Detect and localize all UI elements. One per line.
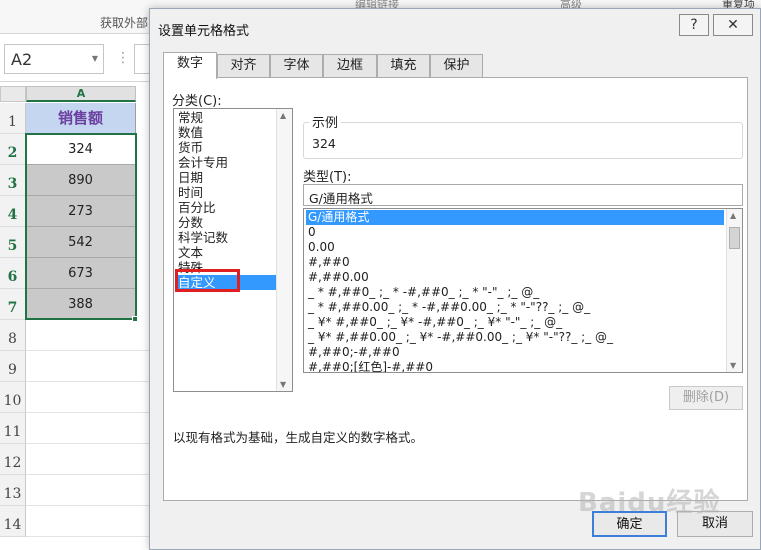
formula-bar-separator: ⋮ bbox=[116, 50, 130, 66]
row-header-5[interactable]: 5 bbox=[0, 227, 26, 258]
spreadsheet-grid: A 1 销售额 2 324 3 890 4 273 5 542 6 673 7 … bbox=[0, 86, 150, 550]
type-input[interactable]: G/通用格式 bbox=[303, 184, 743, 206]
dialog-title: 设置单元格格式 bbox=[158, 24, 250, 39]
row-header-12[interactable]: 12 bbox=[0, 444, 26, 475]
cell-a3[interactable]: 890 bbox=[26, 165, 136, 196]
row-header-14[interactable]: 14 bbox=[0, 506, 26, 537]
cell-a14[interactable] bbox=[26, 506, 150, 537]
number-tab-panel: 分类(C): 常规 数值 货币 会计专用 日期 时间 百分比 分数 科学记数 文… bbox=[163, 77, 748, 501]
cell-a2[interactable]: 324 bbox=[26, 134, 136, 165]
cell-a5[interactable]: 542 bbox=[26, 227, 136, 258]
cell-a7[interactable]: 388 bbox=[26, 289, 136, 320]
row-header-11[interactable]: 11 bbox=[0, 413, 26, 444]
sample-label: 示例 bbox=[309, 112, 342, 131]
cell-a11[interactable] bbox=[26, 413, 150, 444]
cell-a1[interactable]: 销售额 bbox=[26, 103, 136, 134]
cell-a8[interactable] bbox=[26, 320, 150, 351]
delete-button[interactable]: 删除(D) bbox=[669, 386, 743, 410]
category-number[interactable]: 数值 bbox=[176, 125, 276, 140]
category-general[interactable]: 常规 bbox=[176, 110, 276, 125]
category-accounting[interactable]: 会计专用 bbox=[176, 155, 276, 170]
row-header-13[interactable]: 13 bbox=[0, 475, 26, 506]
tab-protection[interactable]: 保护 bbox=[430, 54, 483, 78]
fill-handle[interactable] bbox=[132, 316, 138, 322]
format-scrollbar[interactable]: ▲ ▼ bbox=[726, 209, 742, 372]
category-fraction[interactable]: 分数 bbox=[176, 215, 276, 230]
category-label: 分类(C): bbox=[172, 94, 222, 109]
scroll-up-arrow-icon[interactable]: ▲ bbox=[280, 111, 286, 120]
tab-border[interactable]: 边框 bbox=[323, 54, 377, 78]
category-custom[interactable]: 自定义 bbox=[176, 275, 276, 290]
cell-a10[interactable] bbox=[26, 382, 150, 413]
name-box-value: A2 bbox=[11, 50, 33, 69]
scroll-up-arrow-icon[interactable]: ▲ bbox=[730, 211, 736, 220]
ribbon-group-get-external: 获取外部 bbox=[100, 16, 149, 30]
category-date[interactable]: 日期 bbox=[176, 170, 276, 185]
format-item[interactable]: #,##0;-#,##0 bbox=[306, 345, 724, 360]
row-header-8[interactable]: 8 bbox=[0, 320, 26, 351]
format-cells-dialog: 设置单元格格式 ? ✕ 数字 对齐 字体 边框 填充 保护 分类(C): 常规 … bbox=[149, 8, 761, 550]
row-header-6[interactable]: 6 bbox=[0, 258, 26, 289]
select-all-corner[interactable] bbox=[0, 86, 26, 102]
category-text[interactable]: 文本 bbox=[176, 245, 276, 260]
format-code-list[interactable]: G/通用格式 0 0.00 #,##0 #,##0.00 _ * #,##0_ … bbox=[303, 208, 743, 373]
help-button[interactable]: ? bbox=[679, 14, 709, 36]
row-header-4[interactable]: 4 bbox=[0, 196, 26, 227]
cell-a13[interactable] bbox=[26, 475, 150, 506]
sample-group bbox=[303, 122, 743, 159]
name-box[interactable]: A2 ▼ bbox=[4, 44, 104, 74]
row-header-2[interactable]: 2 bbox=[0, 134, 26, 165]
type-label: 类型(T): bbox=[303, 170, 352, 185]
format-item[interactable]: _ * #,##0.00_ ;_ * -#,##0.00_ ;_ * "-"??… bbox=[306, 300, 724, 315]
category-list[interactable]: 常规 数值 货币 会计专用 日期 时间 百分比 分数 科学记数 文本 特殊 自定… bbox=[173, 108, 293, 392]
column-header-a[interactable]: A bbox=[26, 86, 136, 102]
close-button[interactable]: ✕ bbox=[713, 14, 753, 36]
row-header-1[interactable]: 1 bbox=[0, 103, 26, 134]
chevron-down-icon[interactable]: ▼ bbox=[92, 54, 98, 63]
tab-alignment[interactable]: 对齐 bbox=[217, 54, 270, 78]
category-scrollbar[interactable]: ▲ ▼ bbox=[276, 109, 292, 391]
category-percentage[interactable]: 百分比 bbox=[176, 200, 276, 215]
row-header-9[interactable]: 9 bbox=[0, 351, 26, 382]
format-item[interactable]: #,##0;[红色]-#,##0 bbox=[306, 360, 724, 372]
row-header-10[interactable]: 10 bbox=[0, 382, 26, 413]
category-currency[interactable]: 货币 bbox=[176, 140, 276, 155]
format-item[interactable]: _ ¥* #,##0.00_ ;_ ¥* -#,##0.00_ ;_ ¥* "-… bbox=[306, 330, 724, 345]
cell-a12[interactable] bbox=[26, 444, 150, 475]
row-header-7[interactable]: 7 bbox=[0, 289, 26, 320]
format-item[interactable]: #,##0.00 bbox=[306, 270, 724, 285]
tab-font[interactable]: 字体 bbox=[270, 54, 323, 78]
cell-a9[interactable] bbox=[26, 351, 150, 382]
row-header-3[interactable]: 3 bbox=[0, 165, 26, 196]
scroll-thumb[interactable] bbox=[729, 227, 740, 249]
category-time[interactable]: 时间 bbox=[176, 185, 276, 200]
ok-button[interactable]: 确定 bbox=[592, 511, 667, 537]
format-item[interactable]: 0 bbox=[306, 225, 724, 240]
tab-fill[interactable]: 填充 bbox=[377, 54, 430, 78]
description-text: 以现有格式为基础，生成自定义的数字格式。 bbox=[173, 430, 424, 445]
cell-a6[interactable]: 673 bbox=[26, 258, 136, 289]
category-special[interactable]: 特殊 bbox=[176, 260, 276, 275]
scroll-down-arrow-icon[interactable]: ▼ bbox=[280, 380, 286, 389]
scroll-down-arrow-icon[interactable]: ▼ bbox=[730, 361, 736, 370]
format-item[interactable]: _ * #,##0_ ;_ * -#,##0_ ;_ * "-"_ ;_ @_ bbox=[306, 285, 724, 300]
tab-number[interactable]: 数字 bbox=[163, 52, 217, 79]
format-item[interactable]: _ ¥* #,##0_ ;_ ¥* -#,##0_ ;_ ¥* "-"_ ;_ … bbox=[306, 315, 724, 330]
sample-value: 324 bbox=[312, 136, 336, 151]
format-item[interactable]: G/通用格式 bbox=[306, 210, 724, 225]
format-item[interactable]: 0.00 bbox=[306, 240, 724, 255]
format-item[interactable]: #,##0 bbox=[306, 255, 724, 270]
cell-a4[interactable]: 273 bbox=[26, 196, 136, 227]
category-scientific[interactable]: 科学记数 bbox=[176, 230, 276, 245]
cancel-button[interactable]: 取消 bbox=[677, 511, 753, 537]
